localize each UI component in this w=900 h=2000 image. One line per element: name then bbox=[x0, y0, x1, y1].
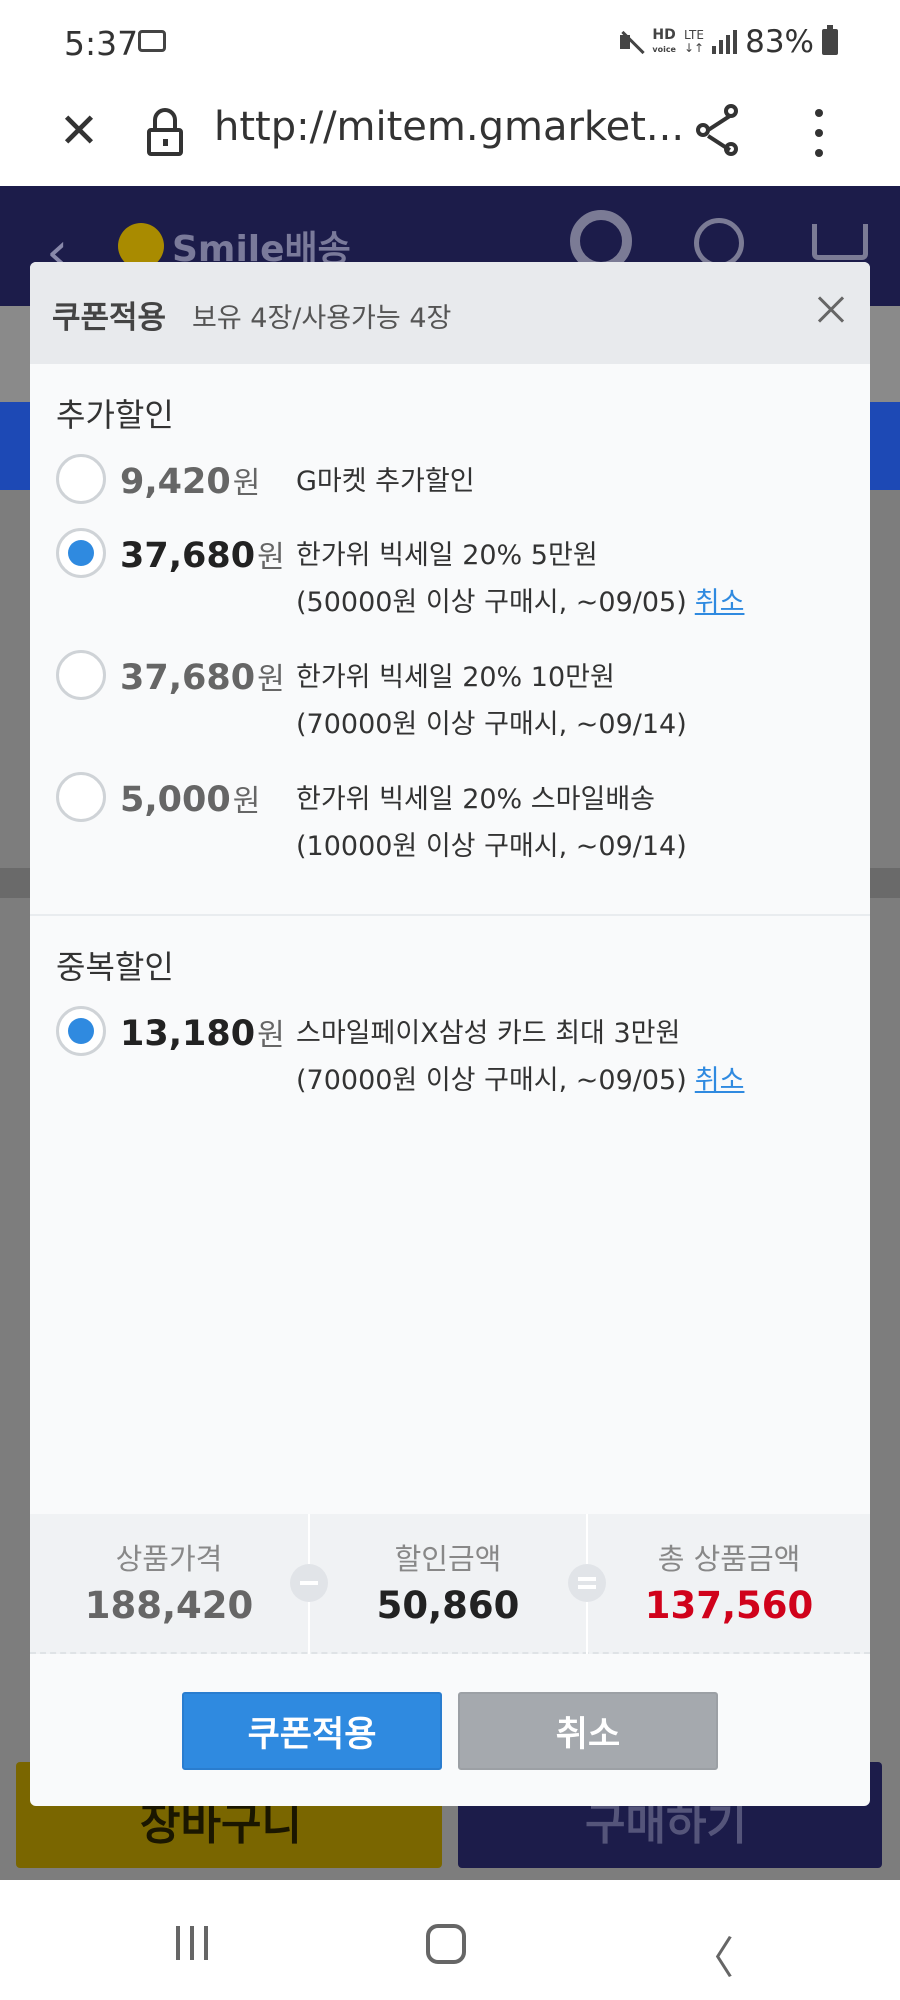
battery-percent: 83% bbox=[745, 24, 814, 60]
coupon-desc: 한가위 빅세일 20% 10만원 (70000원 이상 구매시, ~09/14) bbox=[296, 662, 687, 740]
recent-apps-icon[interactable] bbox=[176, 1926, 208, 1960]
coupon-cancel-link[interactable]: 취소 bbox=[695, 587, 745, 618]
discount-amount: 할인금액 50,860 bbox=[376, 1542, 520, 1627]
share-icon[interactable] bbox=[696, 104, 744, 156]
lte-icon: LTE ↓↑ bbox=[683, 28, 705, 55]
coupon-radio-selected[interactable] bbox=[56, 1006, 106, 1056]
apply-coupon-button[interactable]: 쿠폰적용 bbox=[182, 1692, 442, 1770]
modal-header: 쿠폰적용 보유 4장/사용가능 4장 bbox=[30, 262, 870, 364]
more-options-icon[interactable] bbox=[812, 106, 826, 158]
coupon-desc: G마켓 추가할인 bbox=[296, 466, 475, 497]
browser-toolbar: ✕ http://mitem.gmarket... bbox=[0, 84, 900, 186]
coupon-amount: 37,680원 bbox=[120, 536, 285, 576]
modal-title: 쿠폰적용 bbox=[52, 300, 167, 336]
signal-icon bbox=[712, 30, 738, 54]
cart-icon bbox=[812, 224, 868, 260]
close-tab-button[interactable]: ✕ bbox=[54, 106, 104, 156]
coupon-desc: 스마일페이X삼성 카드 최대 3만원 (70000원 이상 구매시, ~09/05… bbox=[296, 1018, 745, 1096]
hd-voice-icon: HD voice bbox=[652, 26, 676, 54]
coupon-cancel-link[interactable]: 취소 bbox=[695, 1065, 745, 1096]
battery-icon bbox=[822, 25, 838, 55]
coupon-desc: 한가위 빅세일 20% 5만원 (50000원 이상 구매시, ~09/05) 취소 bbox=[296, 540, 745, 618]
home-icon[interactable] bbox=[426, 1924, 466, 1964]
coupon-radio[interactable] bbox=[56, 454, 106, 504]
search-icon bbox=[694, 218, 744, 268]
coupon-amount: 5,000원 bbox=[120, 780, 261, 820]
section-title-stacked-discount: 중복할인 bbox=[56, 948, 174, 986]
status-right: HD voice LTE ↓↑ 83% bbox=[618, 24, 838, 60]
section-title-extra-discount: 추가할인 bbox=[56, 396, 174, 434]
voicemail-icon bbox=[138, 30, 166, 52]
coupon-amount: 37,680원 bbox=[120, 658, 285, 698]
lock-icon[interactable] bbox=[145, 108, 185, 156]
coupon-radio[interactable] bbox=[56, 772, 106, 822]
coupon-modal: 쿠폰적용 보유 4장/사용가능 4장 추가할인 9,420원 G마켓 추가할인 … bbox=[30, 262, 870, 1806]
close-icon[interactable] bbox=[812, 290, 852, 330]
section-divider bbox=[30, 914, 870, 916]
price-summary: 상품가격 188,420 할인금액 50,860 총 상품금액 137,560 bbox=[30, 1514, 870, 1654]
mute-icon bbox=[618, 29, 644, 55]
system-nav-bar: 〈 bbox=[0, 1880, 900, 2000]
coupon-count: 보유 4장/사용가능 4장 bbox=[192, 303, 452, 334]
total-price: 총 상품금액 137,560 bbox=[644, 1542, 814, 1627]
coupon-amount: 9,420원 bbox=[120, 462, 261, 502]
coupon-desc: 한가위 빅세일 20% 스마일배송 (10000원 이상 구매시, ~09/14) bbox=[296, 784, 687, 862]
coupon-radio[interactable] bbox=[56, 650, 106, 700]
cancel-button[interactable]: 취소 bbox=[458, 1692, 718, 1770]
product-price: 상품가격 188,420 bbox=[84, 1542, 254, 1627]
back-icon[interactable]: 〈 bbox=[690, 1922, 734, 1986]
status-bar: 5:37 HD voice LTE ↓↑ 83% bbox=[0, 0, 900, 84]
url-text[interactable]: http://mitem.gmarket... bbox=[214, 104, 684, 150]
coupon-amount: 13,180원 bbox=[120, 1014, 285, 1054]
status-time: 5:37 bbox=[64, 24, 139, 63]
coupon-radio-selected[interactable] bbox=[56, 528, 106, 578]
